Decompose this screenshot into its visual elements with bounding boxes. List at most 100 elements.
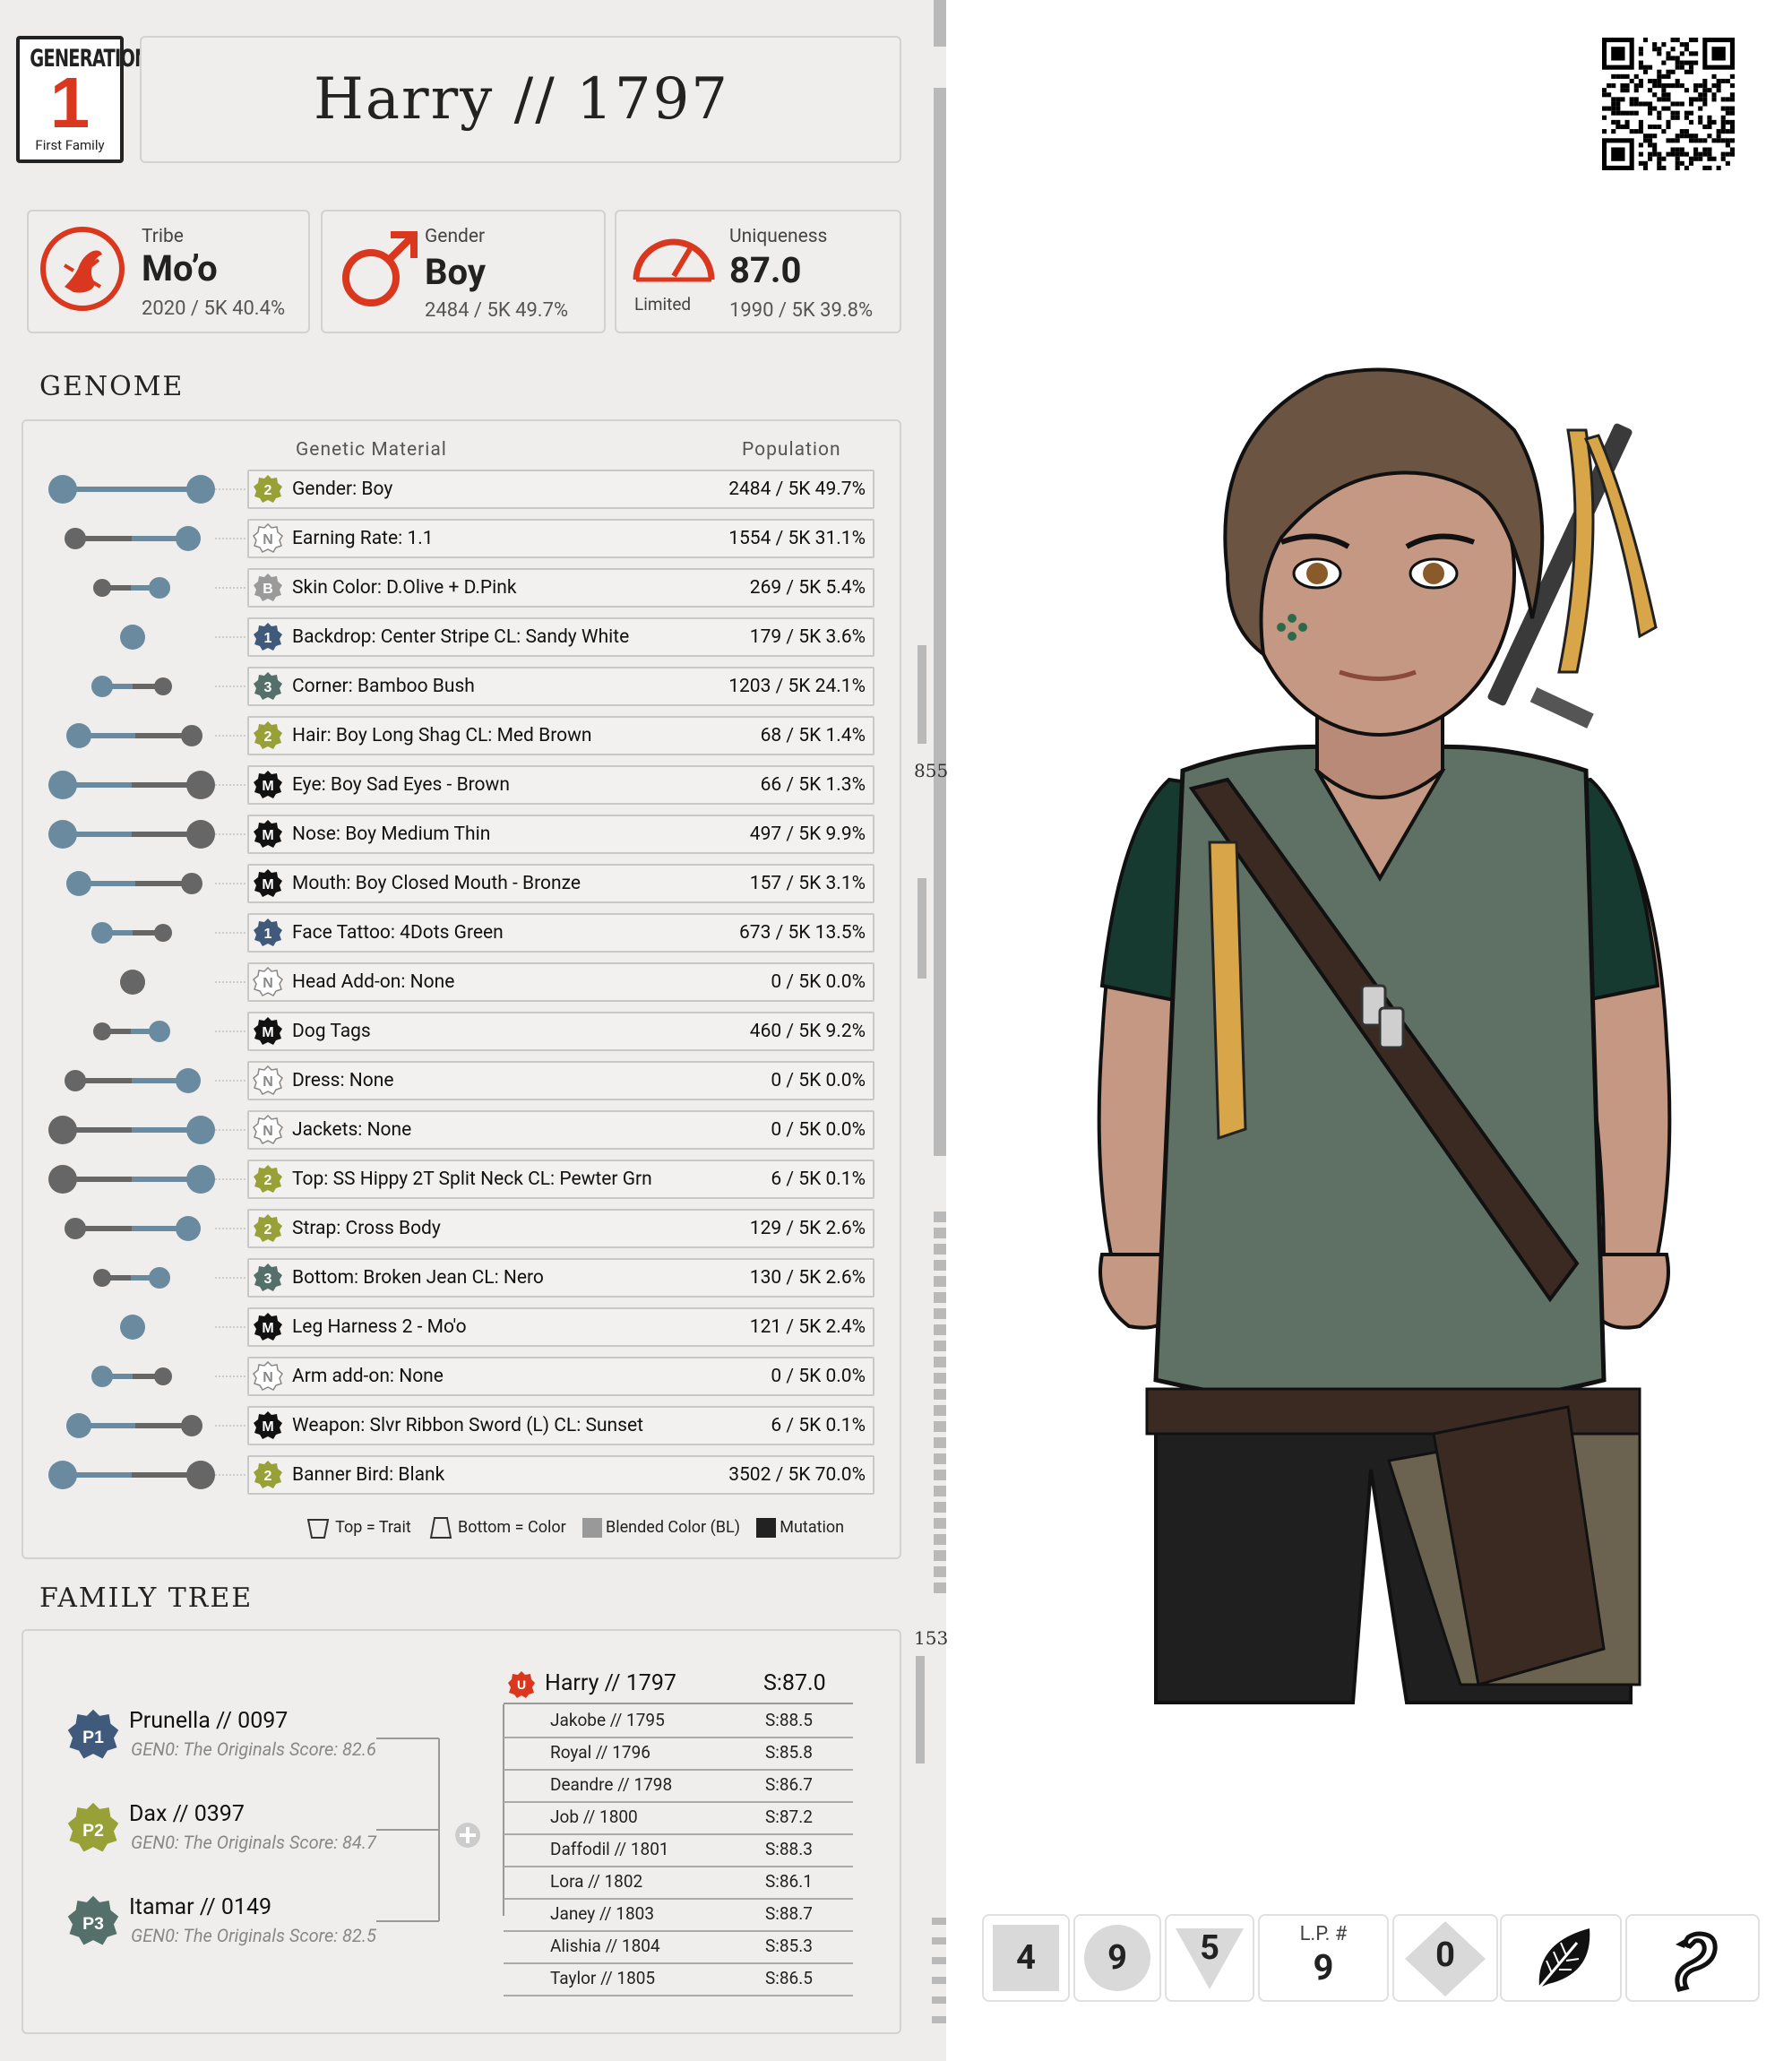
sibling-row[interactable]: Alishia // 1804 S:85.3	[504, 1930, 853, 1964]
genome-row: M Dog Tags 460 / 5K 9.2%	[0, 1012, 896, 1051]
trait-population: 1554 / 5K 31.1%	[728, 528, 866, 549]
sword-guard	[1529, 686, 1594, 729]
genome-row-box[interactable]: M Mouth: Boy Closed Mouth - Bronze 157 /…	[247, 864, 874, 903]
sibling-row[interactable]: Lora // 1802 S:86.1	[504, 1866, 853, 1900]
genome-row-box[interactable]: 1 Backdrop: Center Stripe CL: Sandy Whit…	[247, 617, 874, 657]
trait-population: 3502 / 5K 70.0%	[728, 1464, 866, 1486]
flamingo-tile[interactable]	[1625, 1914, 1760, 2002]
male-symbol-icon	[342, 231, 418, 306]
genome-row-box[interactable]: 2 Hair: Boy Long Shag CL: Med Brown 68 /…	[247, 716, 874, 755]
scroll-tick	[934, 1228, 946, 1238]
diamond-tile[interactable]: 0	[1392, 1914, 1498, 2002]
sibling-row[interactable]: Janey // 1803 S:88.7	[504, 1898, 853, 1932]
trait-population: 121 / 5K 2.4%	[749, 1316, 866, 1338]
generation-badge: GENERATION 1 First Family	[16, 36, 149, 163]
trait-population: 6 / 5K 0.1%	[771, 1415, 866, 1436]
genome-row: 3 Corner: Bamboo Bush 1203 / 5K 24.1%	[0, 667, 896, 706]
self-name[interactable]: Harry // 1797	[545, 1670, 676, 1696]
genome-row-box[interactable]: M Weapon: Slvr Ribbon Sword (L) CL: Suns…	[247, 1406, 874, 1445]
trait-population: 0 / 5K 0.0%	[771, 1366, 866, 1387]
genome-row-box[interactable]: 3 Bottom: Broken Jean CL: Nero 130 / 5K …	[247, 1258, 874, 1298]
sibling-score: S:88.7	[765, 1903, 813, 1924]
scroll-tick	[934, 1276, 946, 1287]
scroll-label-bottom: 153	[914, 1627, 949, 1649]
scrollbar-thumb-1[interactable]	[934, 0, 946, 47]
genome-row-box[interactable]: 2 Top: SS Hippy 2T Split Neck CL: Pewter…	[247, 1160, 874, 1199]
genome-row-box[interactable]: 3 Corner: Bamboo Bush 1203 / 5K 24.1%	[247, 667, 874, 706]
scroll-tick	[934, 1486, 946, 1496]
sibling-row[interactable]: Jakobe // 1795 S:88.5	[504, 1704, 853, 1738]
genome-row: 1 Backdrop: Center Stripe CL: Sandy Whit…	[0, 617, 896, 657]
scrollbar-thumb-5[interactable]	[916, 1656, 925, 1763]
genome-dots	[91, 1366, 247, 1387]
genome-row-box[interactable]: M Eye: Boy Sad Eyes - Brown 66 / 5K 1.3%	[247, 765, 874, 805]
scrollbar-thumb-4[interactable]	[918, 878, 926, 979]
trait-population: 269 / 5K 5.4%	[749, 577, 866, 599]
uniqueness-label: Uniqueness	[729, 226, 828, 247]
genome-row-box[interactable]: N Earning Rate: 1.1 1554 / 5K 31.1%	[247, 519, 874, 558]
genome-row: 2 Banner Bird: Blank 3502 / 5K 70.0%	[0, 1455, 896, 1495]
trait-badge-letter: M	[262, 877, 273, 893]
scroll-tick	[934, 1212, 946, 1222]
bottom-color-icon	[429, 1517, 452, 1539]
genome-dots	[91, 676, 247, 697]
scroll-tick	[934, 1389, 946, 1400]
trait-name: Weapon: Slvr Ribbon Sword (L) CL: Sunset	[292, 1415, 643, 1436]
trait-population: 0 / 5K 0.0%	[771, 971, 866, 993]
leaf-icon	[1538, 1928, 1590, 1988]
trait-badge-icon: N	[253, 967, 283, 996]
trait-badge-letter: N	[263, 1124, 273, 1139]
tattoo-dot	[1288, 614, 1297, 623]
trait-population: 130 / 5K 2.6%	[749, 1267, 866, 1289]
parent-name[interactable]: Itamar // 0149	[129, 1894, 271, 1920]
trait-badge-icon: 2	[254, 1214, 282, 1242]
trait-name: Eye: Boy Sad Eyes - Brown	[292, 774, 510, 796]
sibling-row[interactable]: Royal // 1796 S:85.8	[504, 1737, 853, 1771]
trait-name: Jackets: None	[292, 1119, 412, 1141]
genome-dots	[66, 1413, 247, 1438]
genetic-material-header: Genetic Material	[296, 439, 447, 461]
scrollbar-thumb-2[interactable]	[934, 88, 946, 1156]
scroll-tick	[934, 1470, 946, 1480]
sibling-row[interactable]: Deandre // 1798 S:86.7	[504, 1769, 853, 1803]
parent-name[interactable]: Prunella // 0097	[129, 1708, 288, 1734]
genome-row-box[interactable]: N Arm add-on: None 0 / 5K 0.0%	[247, 1357, 874, 1396]
trait-name: Strap: Cross Body	[292, 1218, 441, 1239]
self-score: S:87.0	[763, 1670, 826, 1696]
genome-row-box[interactable]: M Dog Tags 460 / 5K 9.2%	[247, 1012, 874, 1051]
mutation-swatch	[755, 1518, 776, 1538]
triangle-tile[interactable]: 5	[1165, 1914, 1254, 2002]
generation-subtitle: First Family	[35, 137, 105, 153]
genome-row-box[interactable]: N Head Add-on: None 0 / 5K 0.0%	[247, 962, 874, 1002]
trait-badge-letter: N	[263, 1370, 273, 1385]
parent-name[interactable]: Dax // 0397	[129, 1801, 245, 1827]
circle-value: 9	[1084, 1925, 1150, 1991]
genome-row-box[interactable]: M Nose: Boy Medium Thin 497 / 5K 9.9%	[247, 815, 874, 854]
scroll-tick	[934, 1324, 946, 1335]
sibling-row[interactable]: Job // 1800 S:87.2	[504, 1801, 853, 1835]
family-tree-title: FAMILY TREE	[39, 1582, 254, 1614]
scroll-tick	[934, 1308, 946, 1319]
sibling-score: S:85.3	[765, 1936, 813, 1956]
genome-row-box[interactable]: B Skin Color: D.Olive + D.Pink 269 / 5K …	[247, 568, 874, 608]
genome-row-box[interactable]: N Dress: None 0 / 5K 0.0%	[247, 1061, 874, 1100]
trait-name: Dog Tags	[292, 1021, 371, 1042]
lp-tile[interactable]: L.P. # 9	[1258, 1914, 1389, 2002]
sibling-name: Jakobe // 1795	[550, 1710, 665, 1730]
square-tile[interactable]: 4	[982, 1914, 1070, 2002]
genome-row-box[interactable]: 2 Strap: Cross Body 129 / 5K 2.6%	[247, 1209, 874, 1248]
circle-tile[interactable]: 9	[1073, 1914, 1161, 2002]
genome-row-box[interactable]: 1 Face Tattoo: 4Dots Green 673 / 5K 13.5…	[247, 913, 874, 953]
genome-row-box[interactable]: M Leg Harness 2 - Mo'o 121 / 5K 2.4%	[247, 1307, 874, 1347]
genome-row-box[interactable]: N Jackets: None 0 / 5K 0.0%	[247, 1110, 874, 1150]
scrollbar-thumb-3[interactable]	[918, 645, 926, 744]
sibling-row[interactable]: Daffodil // 1801 S:88.3	[504, 1833, 853, 1867]
parent-badge-label: P1	[82, 1728, 104, 1747]
trait-badge-letter: 1	[264, 631, 272, 646]
sibling-row[interactable]: Taylor // 1805 S:86.5	[504, 1962, 853, 1996]
trait-badge-letter: 3	[264, 680, 272, 695]
genome-row-box[interactable]: 2 Gender: Boy 2484 / 5K 49.7%	[247, 470, 874, 509]
genome-row-box[interactable]: 2 Banner Bird: Blank 3502 / 5K 70.0%	[247, 1455, 874, 1495]
plus-circle-icon[interactable]	[452, 1819, 484, 1851]
leaf-tile[interactable]	[1500, 1914, 1622, 2002]
